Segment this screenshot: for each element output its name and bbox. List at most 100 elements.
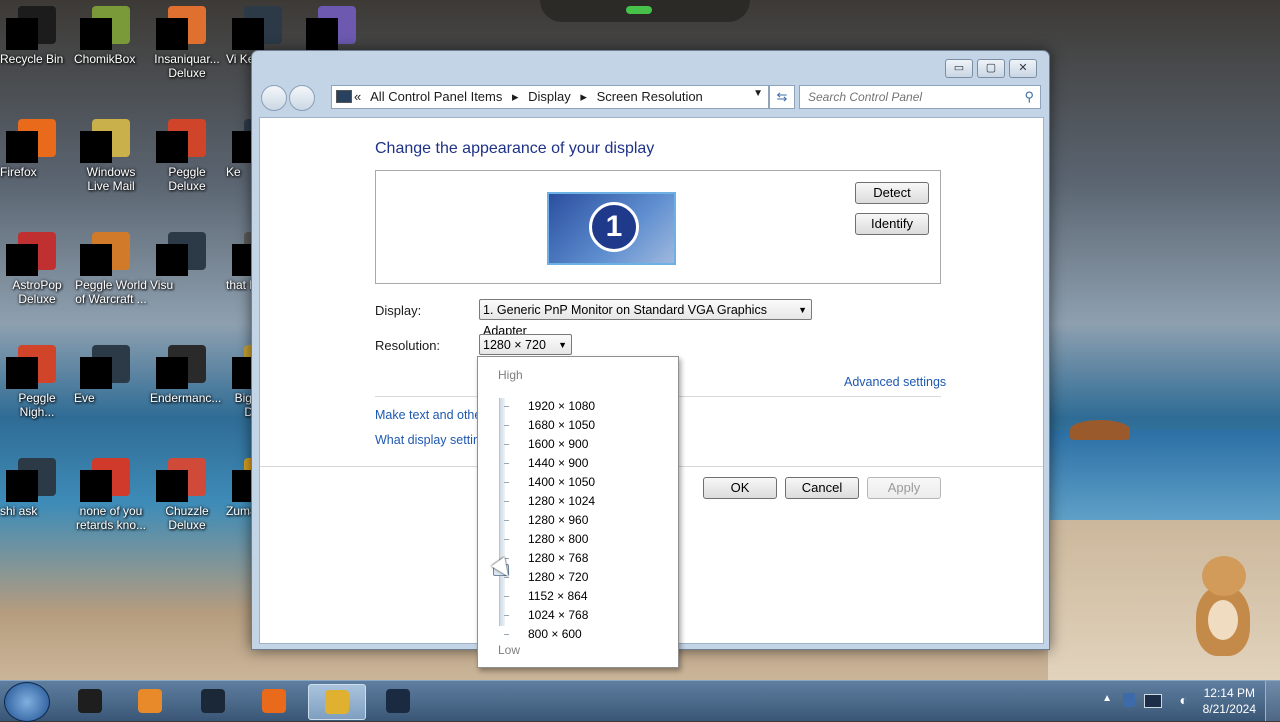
desktop-icon[interactable]: Peggle Deluxe	[150, 119, 224, 193]
fish-game-icon	[156, 6, 206, 50]
hamster-mascot	[1186, 556, 1260, 660]
close-button[interactable]: ✕	[1009, 59, 1037, 78]
display-select-value: 1. Generic PnP Monitor on Standard VGA G…	[483, 303, 767, 338]
taskbar-button[interactable]	[246, 684, 302, 718]
resolution-option[interactable]: 1280 × 720	[528, 570, 588, 584]
desktop-icon[interactable]: Peggle Nigh...	[0, 345, 74, 419]
desktop-icon[interactable]	[300, 6, 374, 50]
clock[interactable]: 12:14 PM 8/21/2024	[1203, 685, 1256, 717]
detect-button[interactable]: Detect	[855, 182, 929, 204]
resolution-option[interactable]: 1280 × 800	[528, 532, 588, 546]
slider-tick	[504, 482, 509, 483]
desktop-icon[interactable]: Peggle World of Warcraft ...	[74, 232, 148, 306]
redaction-block	[80, 357, 112, 389]
resolution-option[interactable]: 1280 × 960	[528, 513, 588, 527]
desktop-icon[interactable]: AstroPop Deluxe	[0, 232, 74, 306]
breadcrumb-display[interactable]: Display	[528, 89, 571, 104]
resolution-option[interactable]: 1440 × 900	[528, 456, 588, 470]
monitor-preview[interactable]: 1	[547, 192, 676, 265]
resolution-slider-track[interactable]	[499, 398, 505, 626]
taskbar-button[interactable]	[62, 684, 118, 718]
refresh-button[interactable]: ⇆	[769, 85, 795, 109]
text-size-link[interactable]: Make text and other	[375, 408, 485, 422]
search-input[interactable]	[806, 89, 1010, 105]
taskbar-button[interactable]	[122, 684, 178, 718]
sea-background	[1048, 430, 1280, 520]
search-icon[interactable]: ⚲	[1024, 89, 1034, 105]
resolution-option[interactable]: 1152 × 864	[528, 589, 588, 603]
breadcrumb-control-panel[interactable]: All Control Panel Items	[370, 89, 502, 104]
desktop-icon[interactable]: Recycle Bin	[0, 6, 74, 66]
desktop-icon[interactable]: Vi Ke	[226, 6, 300, 66]
resolution-select[interactable]: 1280 × 720 ▼	[479, 334, 572, 355]
redaction-block	[80, 244, 112, 276]
chevron-down-icon: ▼	[558, 340, 567, 350]
display-tray-icon[interactable]	[1144, 694, 1162, 708]
redaction-block	[306, 18, 338, 50]
desktop-icon[interactable]: ChomikBox	[74, 6, 148, 66]
breadcrumb-screen-resolution[interactable]: Screen Resolution	[597, 89, 703, 104]
forward-button[interactable]	[289, 85, 315, 111]
clock-date: 8/21/2024	[1202, 702, 1256, 716]
search-box[interactable]: ⚲	[799, 85, 1041, 109]
desktop-icon[interactable]: Eve	[74, 345, 148, 405]
slider-tick	[504, 406, 509, 407]
desktop-icon-label: Peggle Nigh...	[18, 391, 56, 419]
taskbar-button[interactable]	[308, 684, 366, 720]
desktop-icon-label: shi ask	[0, 504, 38, 518]
ok-button[interactable]: OK	[703, 477, 777, 499]
cancel-button[interactable]: Cancel	[785, 477, 859, 499]
redaction-block	[156, 470, 188, 502]
redaction-block	[232, 18, 264, 50]
breadcrumb-overflow[interactable]: «	[354, 89, 361, 104]
resolution-option[interactable]: 1280 × 768	[528, 551, 588, 565]
identify-button[interactable]: Identify	[855, 213, 929, 235]
network-tray-icon[interactable]	[1123, 693, 1135, 707]
display-select[interactable]: 1. Generic PnP Monitor on Standard VGA G…	[479, 299, 812, 338]
chevron-down-icon: ▼	[798, 305, 807, 315]
chevron-down-icon[interactable]: ▼	[753, 88, 763, 99]
desktop-icon[interactable]: Windows Live Mail	[74, 119, 148, 193]
desktop-icon-label: Visu	[150, 278, 174, 292]
app-icon	[156, 232, 206, 276]
slider-tick	[504, 634, 509, 635]
display-settings-help-link[interactable]: What display setting	[375, 433, 487, 447]
resolution-option[interactable]: 1400 × 1050	[528, 475, 595, 489]
resolution-select-value: 1280 × 720	[483, 338, 546, 352]
apply-button[interactable]: Apply	[867, 477, 941, 499]
desktop-icon-label: AstroPop Deluxe	[12, 278, 62, 306]
top-bar-decoration	[540, 0, 750, 22]
desktop-icon[interactable]: Firefox	[0, 119, 74, 179]
resolution-option[interactable]: 800 × 600	[528, 627, 582, 641]
resolution-option[interactable]: 1024 × 768	[528, 608, 588, 622]
resolution-option[interactable]: 1920 × 1080	[528, 399, 595, 413]
show-desktop-button[interactable]	[1265, 681, 1280, 721]
window-controls: ▭ ▢ ✕	[945, 59, 1037, 78]
desktop-icon[interactable]: shi ask	[0, 458, 74, 518]
desktop-icon[interactable]: Endermanc...	[150, 345, 224, 405]
volume-icon[interactable]: ◐	[1180, 692, 1188, 708]
minimize-button[interactable]: ▭	[945, 59, 973, 78]
resolution-option[interactable]: 1680 × 1050	[528, 418, 595, 432]
taskbar: ▲ ◐ 12:14 PM 8/21/2024	[0, 680, 1280, 722]
desktop-icon[interactable]: Chuzzle Deluxe	[150, 458, 224, 532]
taskbar-button[interactable]	[185, 684, 241, 718]
desktop-icon[interactable]: Visu	[150, 232, 224, 292]
desktop-icon[interactable]: none of you retards kno...	[74, 458, 148, 532]
resolution-option[interactable]: 1600 × 900	[528, 437, 588, 451]
peggle-icon	[156, 119, 206, 163]
slider-tick	[504, 425, 509, 426]
start-button[interactable]	[4, 682, 50, 722]
maximize-button[interactable]: ▢	[977, 59, 1005, 78]
slider-tick	[504, 539, 509, 540]
taskbar-button[interactable]	[370, 684, 426, 718]
desktop-icon[interactable]: Insaniquar... Deluxe	[150, 6, 224, 80]
show-hidden-icons-icon[interactable]: ▲	[1102, 693, 1112, 704]
address-bar[interactable]: « All Control Panel Items ▸ Display ▸ Sc…	[331, 85, 769, 109]
desktop-icon-label: Endermanc...	[150, 391, 222, 405]
desktop-icon-label: Eve	[74, 391, 95, 405]
advanced-settings-link[interactable]: Advanced settings	[844, 375, 946, 389]
peggle-wow-icon	[80, 232, 130, 276]
resolution-option[interactable]: 1280 × 1024	[528, 494, 595, 508]
back-button[interactable]	[261, 85, 287, 111]
